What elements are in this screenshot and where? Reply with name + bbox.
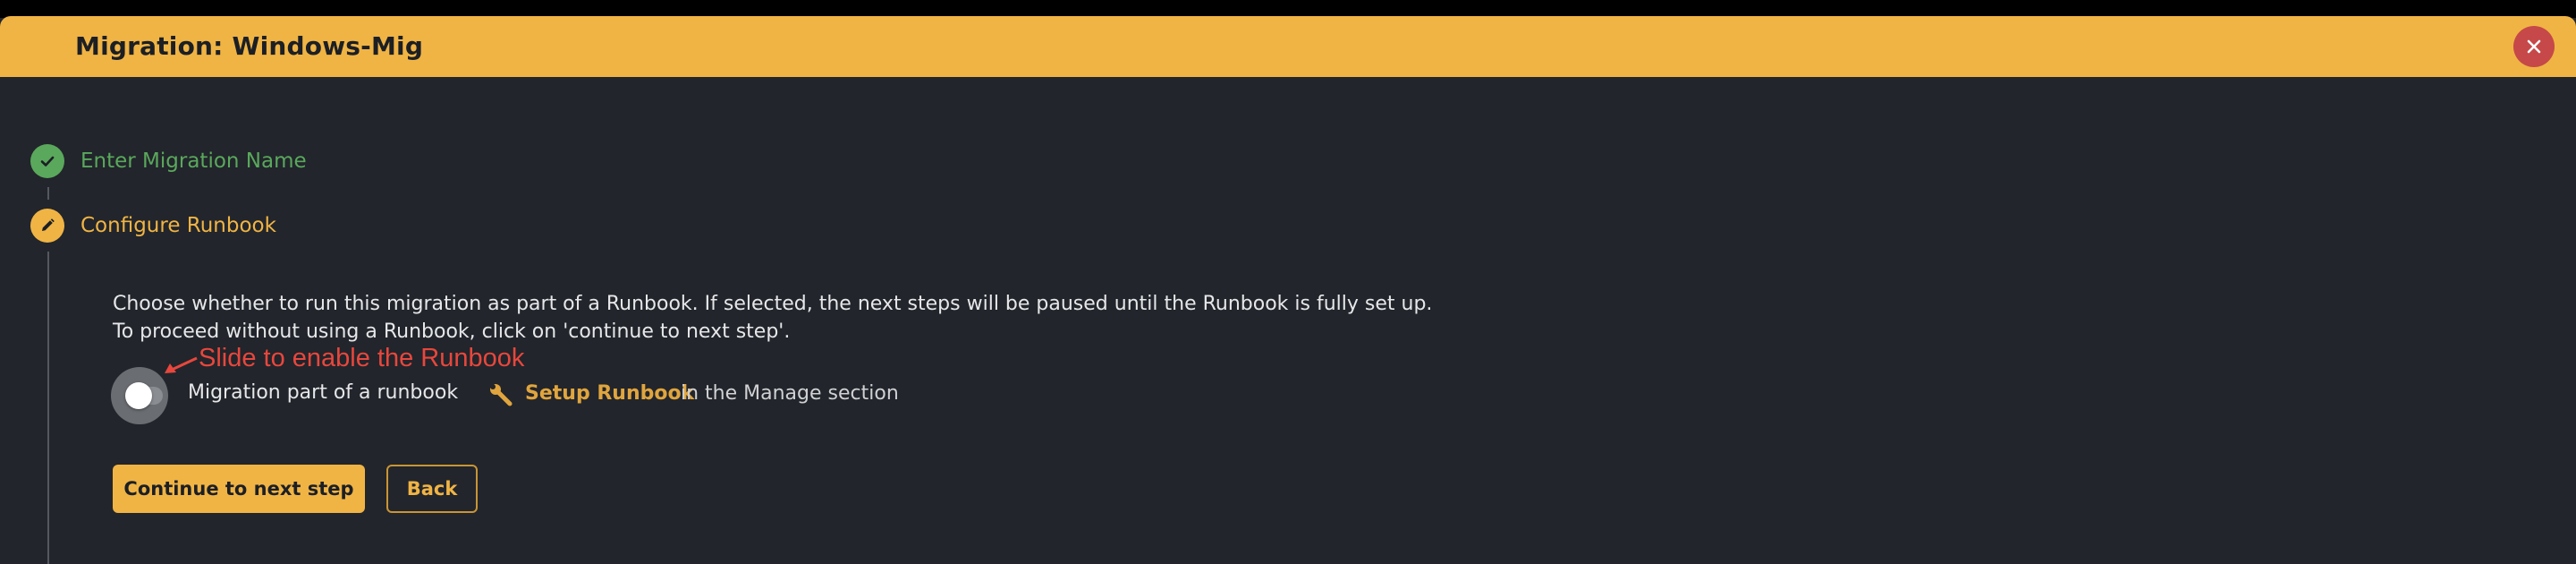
window-top-strip [0,0,2576,18]
runbook-description-line-1: Choose whether to run this migration as … [113,293,1433,315]
setup-runbook-suffix: in the Manage section [681,382,899,405]
runbook-toggle[interactable] [111,367,168,424]
step-label: Enter Migration Name [80,150,307,173]
step-active-badge [30,209,64,243]
setup-runbook-link[interactable]: Setup Runbook [525,382,694,405]
toggle-knob[interactable] [125,382,152,409]
runbook-description-line-2: To proceed without using a Runbook, clic… [113,320,791,343]
step-complete-badge [30,144,64,178]
check-icon [40,156,55,167]
stepper-connector [47,252,49,564]
step-enter-migration-name[interactable]: Enter Migration Name [30,144,307,178]
annotation-callout: Slide to enable the Runbook [199,344,525,372]
annotation-arrow-icon [165,356,198,373]
close-button[interactable] [2513,26,2555,67]
continue-button[interactable]: Continue to next step [113,465,365,513]
step-label: Configure Runbook [80,214,276,237]
wrench-icon [490,384,513,406]
back-button[interactable]: Back [386,465,478,513]
close-icon [2527,39,2541,54]
step-configure-runbook[interactable]: Configure Runbook [30,209,276,243]
dialog-header: Migration: Windows-Mig [0,16,2576,77]
pencil-icon [42,218,55,231]
stepper-connector [47,187,49,200]
dialog-title: Migration: Windows-Mig [75,31,424,61]
toggle-label: Migration part of a runbook [188,381,459,404]
